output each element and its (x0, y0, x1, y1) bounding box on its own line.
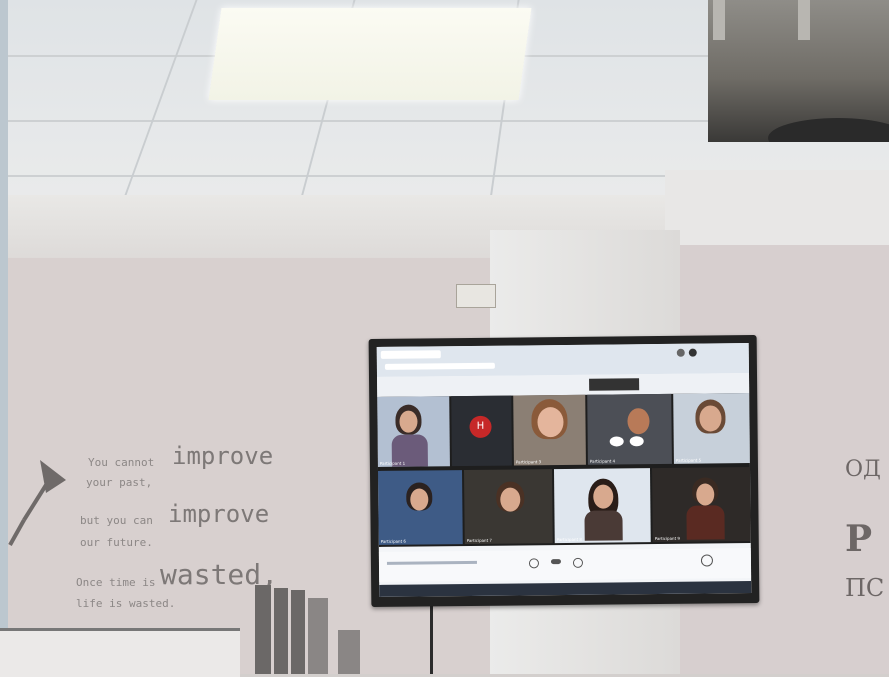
right-wall-text: ОД Р ПС (845, 415, 884, 602)
book-art (308, 598, 328, 674)
participant-name: Participant 8 (556, 536, 582, 543)
participants-button[interactable] (700, 554, 714, 567)
participant-tile[interactable]: Participant 9 (651, 467, 751, 543)
quote-line6: life is wasted. (76, 597, 176, 610)
participant-tile[interactable]: Participant 6 (377, 470, 463, 545)
participant-name: Participant 6 (380, 538, 406, 544)
participant-tile[interactable]: Participant 8 (553, 468, 651, 544)
participant-tile[interactable]: Participant 7 (463, 469, 553, 545)
quote-line1: You cannot (88, 456, 155, 469)
participant-tile[interactable]: Participant 1 (377, 396, 450, 467)
book-art (291, 590, 305, 674)
quote-improve-1: improve (172, 442, 274, 470)
right-wall-line1: ОД (845, 457, 881, 482)
participant-tile[interactable]: Participant 5 (673, 393, 750, 464)
browser-toolbar (376, 343, 749, 377)
participant-tile[interactable]: Participant 3 (513, 394, 586, 466)
participant-name: Participant 9 (654, 535, 680, 542)
quote-improve-2: improve (168, 500, 270, 528)
quote-line2: your past, (86, 476, 153, 489)
cup-art (338, 630, 360, 674)
participant-tile[interactable]: H (451, 395, 512, 467)
wall-socket (456, 284, 496, 308)
tv-cable (430, 600, 433, 674)
participant-tile[interactable]: Participant 4 (587, 393, 672, 465)
quote-line5: Once time is (76, 576, 156, 589)
avatar: H (469, 415, 492, 438)
right-wall-line2: Р (845, 518, 873, 560)
desk-lamp-icon (8, 460, 66, 546)
quote-line3: but you can (80, 514, 153, 527)
participant-name: Participant 7 (466, 537, 492, 544)
ceiling-light (208, 8, 532, 100)
table (0, 628, 240, 677)
camera-button[interactable] (572, 557, 584, 568)
participants-grid: Participant 1 H Participant 3 Participan… (377, 393, 751, 547)
quote-line4: our future. (80, 536, 153, 549)
tv-screen: Participant 1 H Participant 3 Participan… (376, 343, 752, 597)
participant-name: Participant 5 (675, 457, 702, 463)
participant-name: Participant 4 (589, 458, 616, 464)
mic-button[interactable] (528, 558, 540, 569)
book-art (255, 585, 271, 674)
right-wall-line3: ПС (845, 574, 885, 602)
participant-name: Participant 3 (515, 459, 542, 465)
hangup-button[interactable] (550, 559, 561, 565)
call-controls (378, 548, 752, 582)
doorway-frame (665, 170, 889, 250)
inset-photo (708, 0, 889, 142)
book-art (274, 588, 288, 674)
participant-name: Participant 1 (379, 460, 406, 466)
